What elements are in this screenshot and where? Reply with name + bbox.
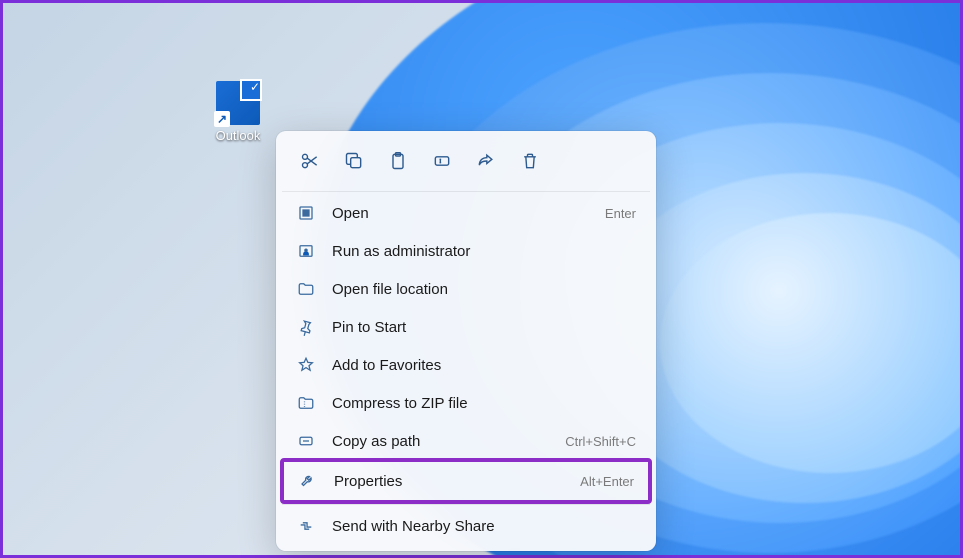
menu-add-to-favorites[interactable]: Add to Favorites bbox=[282, 346, 650, 384]
shortcut-overlay-icon: ↗ bbox=[214, 111, 230, 127]
separator bbox=[282, 191, 650, 192]
menu-properties[interactable]: Properties Alt+Enter bbox=[284, 462, 648, 500]
folder-icon bbox=[296, 279, 316, 299]
menu-copy-as-path[interactable]: Copy as path Ctrl+Shift+C bbox=[282, 422, 650, 460]
rename-button[interactable] bbox=[422, 143, 462, 179]
context-menu: Open Enter Run as administrator Open fil… bbox=[276, 131, 656, 551]
menu-item-label: Pin to Start bbox=[332, 319, 636, 336]
menu-pin-to-start[interactable]: Pin to Start bbox=[282, 308, 650, 346]
menu-item-shortcut: Alt+Enter bbox=[580, 474, 634, 489]
clipboard-icon bbox=[388, 151, 408, 171]
menu-run-as-admin[interactable]: Run as administrator bbox=[282, 232, 650, 270]
menu-item-shortcut: Ctrl+Shift+C bbox=[565, 434, 636, 449]
delete-button[interactable] bbox=[510, 143, 550, 179]
separator bbox=[282, 504, 650, 505]
copy-button[interactable] bbox=[334, 143, 374, 179]
wrench-icon bbox=[298, 471, 318, 491]
menu-item-label: Send with Nearby Share bbox=[332, 518, 636, 535]
menu-item-label: Add to Favorites bbox=[332, 357, 636, 374]
nearby-icon bbox=[296, 516, 316, 536]
menu-item-label: Run as administrator bbox=[332, 243, 636, 260]
scissors-icon bbox=[300, 151, 320, 171]
copy-icon bbox=[344, 151, 364, 171]
menu-send-nearby-share[interactable]: Send with Nearby Share bbox=[282, 507, 650, 545]
share-button[interactable] bbox=[466, 143, 506, 179]
paste-button[interactable] bbox=[378, 143, 418, 179]
properties-highlight: Properties Alt+Enter bbox=[280, 458, 652, 504]
trash-icon bbox=[520, 151, 540, 171]
menu-open[interactable]: Open Enter bbox=[282, 194, 650, 232]
outlook-shortcut[interactable]: ✓ ↗ Outlook bbox=[203, 81, 273, 143]
shortcut-label: Outlook bbox=[216, 128, 261, 143]
share-icon bbox=[476, 151, 496, 171]
open-icon bbox=[296, 203, 316, 223]
rename-icon bbox=[432, 151, 452, 171]
cut-button[interactable] bbox=[290, 143, 330, 179]
admin-icon bbox=[296, 241, 316, 261]
outlook-icon: ✓ ↗ bbox=[216, 81, 260, 125]
menu-compress-zip[interactable]: Compress to ZIP file bbox=[282, 384, 650, 422]
menu-item-label: Compress to ZIP file bbox=[332, 395, 636, 412]
menu-open-file-location[interactable]: Open file location bbox=[282, 270, 650, 308]
menu-item-label: Copy as path bbox=[332, 433, 565, 450]
star-icon bbox=[296, 355, 316, 375]
pin-icon bbox=[296, 317, 316, 337]
path-icon bbox=[296, 431, 316, 451]
menu-item-shortcut: Enter bbox=[605, 206, 636, 221]
zip-icon bbox=[296, 393, 316, 413]
menu-item-label: Properties bbox=[334, 473, 580, 490]
menu-item-label: Open file location bbox=[332, 281, 636, 298]
action-bar bbox=[282, 137, 650, 189]
menu-item-label: Open bbox=[332, 205, 605, 222]
